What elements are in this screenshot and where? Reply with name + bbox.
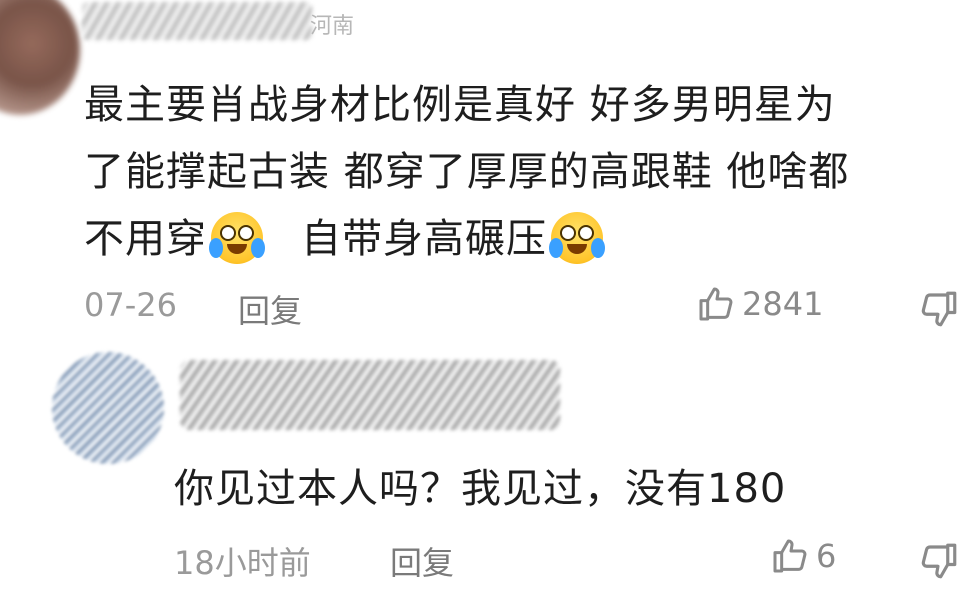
reply-body: 你见过本人吗？我见过，没有180 [174,466,787,512]
reply-button[interactable]: 回复 [390,538,454,584]
comment-line-part: 不用穿 [84,216,207,262]
like-button[interactable]: 6 [770,536,836,576]
thumbs-up-icon [696,284,736,324]
avatar[interactable] [0,0,80,115]
comment-location: 河南 [310,14,355,39]
reply-time: 18小时前 [174,544,311,582]
dislike-button[interactable] [918,288,960,330]
comment-line: 了能撑起古装 都穿了厚厚的高跟鞋 他啥都 [84,149,850,195]
crying-laughing-emoji-icon [209,212,265,264]
comment-line: 不用穿 自带身高碾压 [84,206,964,273]
like-count: 6 [816,537,837,575]
reply-button[interactable]: 回复 [238,286,302,332]
thumbs-down-icon [921,291,957,327]
username-blurred[interactable] [180,360,560,430]
thumbs-down-icon [921,543,957,579]
username-blurred[interactable] [82,2,312,40]
comment-line-part: 自带身高碾压 [301,216,547,262]
thumbs-up-icon [770,536,810,576]
like-button[interactable]: 2841 [696,284,823,324]
like-count: 2841 [742,285,824,323]
comment-body: 最主要肖战身材比例是真好 好多男明星为 了能撑起古装 都穿了厚厚的高跟鞋 他啥都… [84,72,964,273]
dislike-button[interactable] [918,540,960,582]
crying-laughing-emoji-icon [549,212,605,264]
comment-date: 07-26 [84,286,177,324]
comment-line: 最主要肖战身材比例是真好 好多男明星为 [84,82,836,128]
avatar[interactable] [52,352,164,464]
